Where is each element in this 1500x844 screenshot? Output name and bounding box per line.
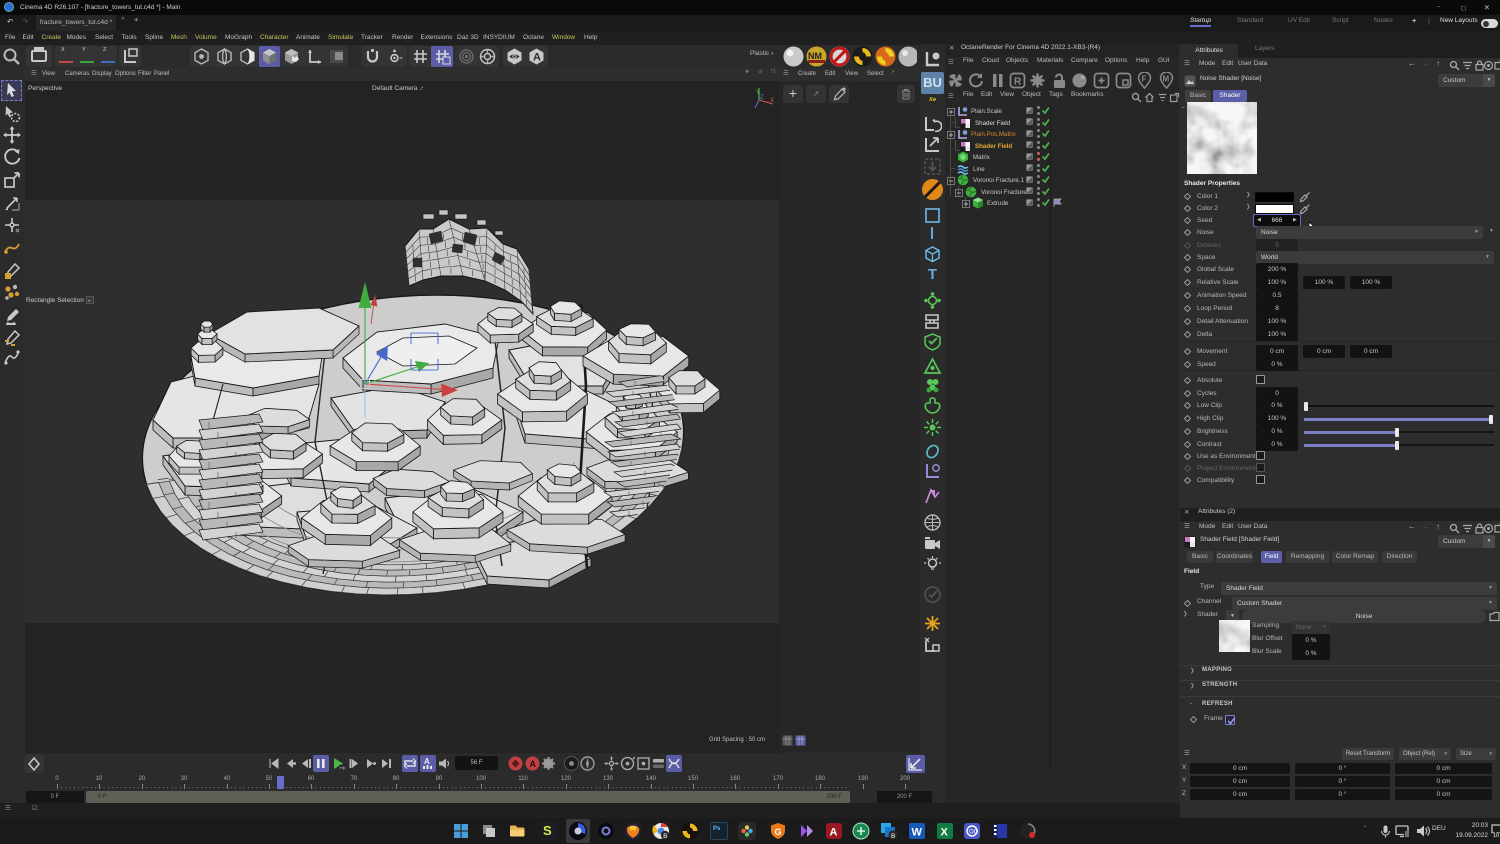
svg-text:A: A	[830, 827, 838, 839]
svg-text:F: F	[1142, 75, 1147, 84]
svg-text:G: G	[775, 827, 782, 837]
svg-text:X: X	[941, 827, 949, 839]
svg-text:HK: HK	[340, 766, 346, 771]
svg-text:NM: NM	[808, 51, 822, 61]
svg-text:OO: OO	[969, 830, 979, 836]
svg-text:R: R	[1014, 77, 1022, 88]
svg-text:M: M	[1163, 75, 1170, 84]
svg-text:A: A	[533, 52, 541, 64]
svg-text:B: B	[663, 834, 667, 840]
svg-text:A: A	[530, 759, 537, 769]
svg-text:A: A	[424, 757, 430, 766]
svg-text:W: W	[912, 827, 923, 839]
svg-text:B: B	[891, 833, 895, 840]
